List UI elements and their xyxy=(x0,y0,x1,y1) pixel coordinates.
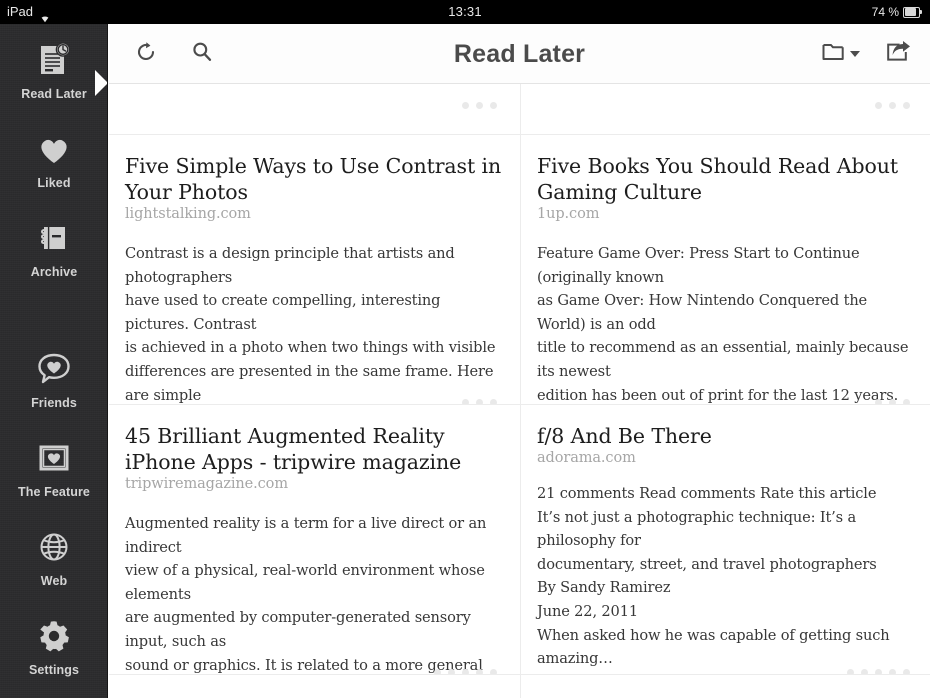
framed-heart-icon xyxy=(34,434,74,482)
active-item-pointer-icon xyxy=(95,70,107,96)
article-card-partial-top-right[interactable] xyxy=(521,84,930,134)
article-source: adorama.com xyxy=(537,450,636,466)
sidebar-item-label: The Feature xyxy=(18,485,90,499)
sidebar-item-label: Archive xyxy=(30,265,78,279)
sidebar-item-archive[interactable]: Archive xyxy=(0,214,107,303)
article-grid[interactable]: Five Simple Ways to Use Contrast in Your… xyxy=(109,84,930,698)
article-card[interactable]: Five Simple Ways to Use Contrast in Your… xyxy=(109,135,519,404)
gear-icon xyxy=(34,612,74,660)
app-root: iPad 13:31 74 % Read Later Liked Archive… xyxy=(0,0,930,698)
heart-icon xyxy=(34,125,74,173)
status-bar-right: 74 % xyxy=(872,0,922,24)
globe-icon xyxy=(34,523,74,571)
sidebar-item-settings[interactable]: Settings xyxy=(0,612,107,698)
article-excerpt: Augmented reality is a term for a live d… xyxy=(125,515,487,674)
article-title: 45 Brilliant Augmented Reality iPhone Ap… xyxy=(125,424,462,474)
column-divider xyxy=(520,84,521,698)
sidebar-item-label: Friends xyxy=(31,396,77,410)
battery-percent: 74 % xyxy=(871,5,899,19)
battery-icon xyxy=(903,6,922,18)
document-clock-icon xyxy=(34,36,74,84)
status-bar-clock: 13:31 xyxy=(448,4,482,19)
article-excerpt: Feature Game Over: Press Start to Contin… xyxy=(537,245,909,404)
speech-bubble-heart-icon xyxy=(34,345,74,393)
sidebar-item-label: Liked xyxy=(37,176,71,190)
article-excerpt: 21 comments Read comments Rate this arti… xyxy=(537,485,890,668)
article-source: lightstalking.com xyxy=(125,206,251,222)
sidebar-item-friends[interactable]: Friends xyxy=(0,345,107,434)
article-title: Five Simple Ways to Use Contrast in Your… xyxy=(125,154,502,204)
sidebar-item-liked[interactable]: Liked xyxy=(0,125,107,214)
article-card-partial-bottom-right[interactable] xyxy=(521,675,930,698)
card-dots[interactable] xyxy=(462,102,497,109)
status-bar: iPad 13:31 74 % xyxy=(0,0,930,24)
article-card-partial-top-left[interactable] xyxy=(109,84,519,134)
card-dots[interactable] xyxy=(875,102,910,109)
article-card[interactable]: 45 Brilliant Augmented Reality iPhone Ap… xyxy=(109,405,519,674)
toolbar: Read Later xyxy=(109,24,930,84)
article-source: 1up.com xyxy=(537,206,600,222)
page-title: Read Later xyxy=(453,40,586,68)
article-source: tripwiremagazine.com xyxy=(125,476,288,492)
article-title: Five Books You Should Read About Gaming … xyxy=(537,154,898,204)
sidebar-item-label: Settings xyxy=(28,663,80,677)
article-title: f/8 And Be There xyxy=(537,424,712,448)
sidebar-item-web[interactable]: Web xyxy=(0,523,107,612)
article-card[interactable]: Five Books You Should Read About Gaming … xyxy=(521,135,930,404)
sidebar-item-the-feature[interactable]: The Feature xyxy=(0,434,107,523)
article-card[interactable]: f/8 And Be There adorama.com 21 comments… xyxy=(521,405,930,674)
binder-icon xyxy=(34,214,74,262)
sidebar-item-label: Read Later xyxy=(21,87,87,101)
sidebar-item-label: Web xyxy=(40,574,68,588)
article-card-partial-bottom-left[interactable] xyxy=(109,675,519,698)
sidebar-item-read-later[interactable]: Read Later xyxy=(0,36,107,125)
article-excerpt: Contrast is a design principle that arti… xyxy=(125,245,496,404)
sidebar: Read Later Liked Archive Friends The Fea… xyxy=(0,24,108,698)
